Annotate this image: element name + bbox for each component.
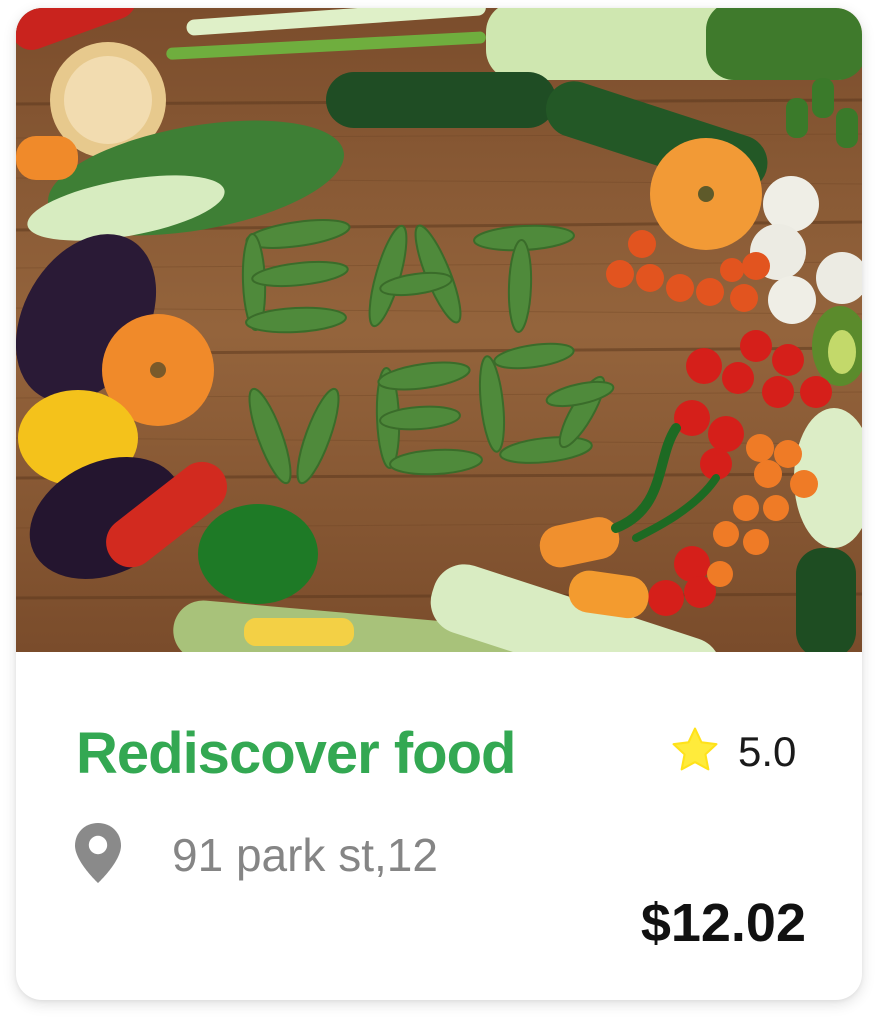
location-pin-icon (72, 821, 124, 890)
listing-card[interactable]: Rediscover food 5.0 91 park st,12 $12.02 (16, 8, 862, 1000)
rating-value: 5.0 (738, 728, 797, 775)
price: $12.02 (640, 893, 806, 953)
rating: 5.0 (670, 722, 796, 782)
address-text: 91 park st,12 (172, 829, 438, 881)
listing-title[interactable]: Rediscover food (76, 720, 516, 787)
food-photo (16, 8, 862, 652)
star-icon (670, 726, 720, 779)
location: 91 park st,12 (72, 818, 438, 892)
